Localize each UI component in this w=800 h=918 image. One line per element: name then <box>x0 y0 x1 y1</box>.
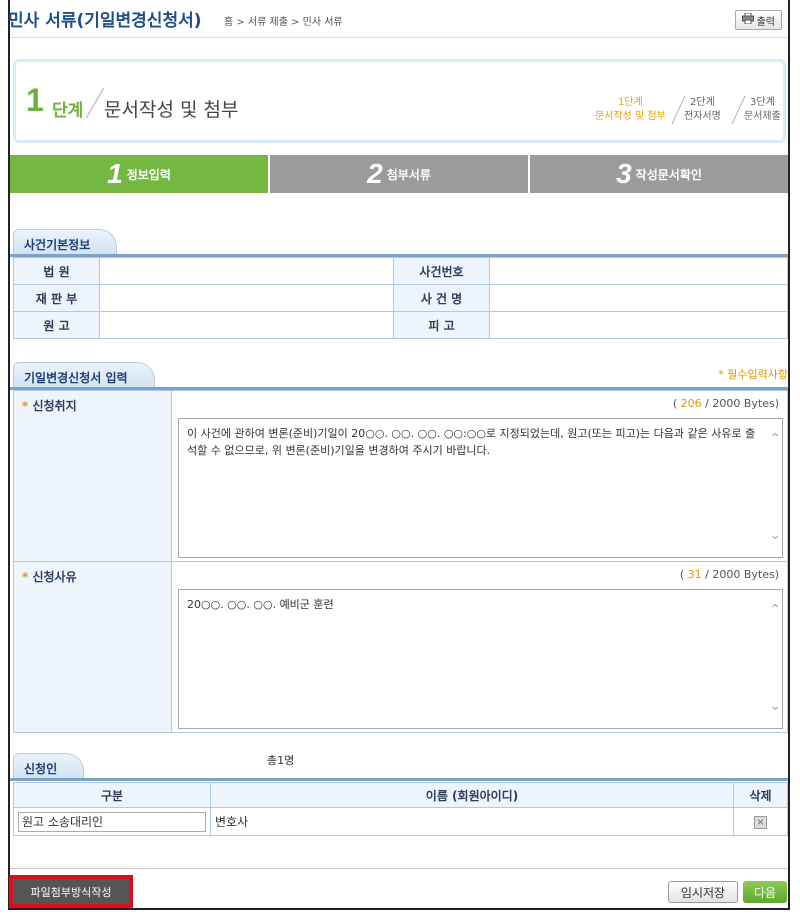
division-value <box>99 284 394 312</box>
page-frame: 민사 서류(기일변경신청서) 홈 > 서류 제출 > 민사 서류 출력 1 단계… <box>8 0 790 910</box>
next-button[interactable]: 다음 <box>743 881 787 903</box>
scroll-up-icon[interactable]: ⌃ <box>769 602 781 618</box>
applicant-header: 신청인 <box>10 753 788 781</box>
reason-row: * 신청사유 ( 31 / 2000 Bytes) 20○○. ○○. ○○. … <box>13 561 788 733</box>
application-header: 기일변경신청서 입력 <box>10 362 788 390</box>
purpose-textarea[interactable]: 이 사건에 관하여 변론(준비)기일이 20○○. ○○. ○○. ○○:○○로… <box>178 418 783 558</box>
applicant-count: 총1명 <box>267 754 295 767</box>
case-info-header: 사건기본정보 <box>10 229 788 257</box>
case-number-value <box>489 257 788 285</box>
printer-icon <box>741 12 754 27</box>
case-name-value <box>489 284 788 312</box>
temp-save-button[interactable]: 임시저장 <box>668 881 738 903</box>
plaintiff-value <box>99 311 394 339</box>
step-divider <box>85 88 105 118</box>
col-name-header: 이름 (회원아이디) <box>210 782 734 808</box>
case-info-table: 법 원 사건번호 재 판 부 사 건 명 원 고 피 고 <box>13 257 788 339</box>
tab-info-input[interactable]: 1 정보입력 <box>10 155 270 193</box>
step-title: 문서작성 및 첨부 <box>104 99 239 121</box>
col-delete-header: 삭제 <box>733 782 788 808</box>
reason-byte-count: ( 31 / 2000 Bytes) <box>679 568 779 581</box>
case-number-label: 사건번호 <box>393 257 490 285</box>
step-tabs: 1 정보입력 2 첨부서류 3 작성문서확인 <box>10 155 788 193</box>
col-type-header: 구분 <box>13 782 211 808</box>
defendant-label: 피 고 <box>393 311 490 339</box>
step-word: 단계 <box>52 101 84 121</box>
plaintiff-label: 원 고 <box>13 311 100 339</box>
breadcrumb: 홈 > 서류 제출 > 민사 서류 <box>224 17 343 28</box>
applicant-name: 변호사 <box>210 807 734 836</box>
defendant-value <box>489 311 788 339</box>
mini-step-3: 3단계 문서제출 <box>744 97 781 122</box>
court-value <box>99 257 394 285</box>
delete-icon[interactable]: × <box>754 816 767 829</box>
tab-review[interactable]: 3 작성문서확인 <box>530 155 788 193</box>
court-label: 법 원 <box>13 257 100 285</box>
purpose-byte-count: ( 206 / 2000 Bytes) <box>672 397 779 410</box>
header-divider <box>10 37 788 38</box>
purpose-row: * 신청취지 ( 206 / 2000 Bytes) 이 사건에 관하여 변론(… <box>13 390 788 562</box>
file-attach-button[interactable]: 파일첨부방식작성 <box>9 875 133 908</box>
required-note: * 필수입력사항 <box>718 368 788 381</box>
reason-label: 신청사유 <box>32 570 77 584</box>
mini-step-1: 1단계 문서작성 및 첨부 <box>595 97 666 122</box>
print-button[interactable]: 출력 <box>734 10 782 30</box>
print-label: 출력 <box>756 16 775 28</box>
tab-attachments[interactable]: 2 첨부서류 <box>270 155 530 193</box>
purpose-label: 신청취지 <box>32 399 77 413</box>
scroll-up-icon[interactable]: ⌃ <box>769 431 781 447</box>
applicant-type-input[interactable] <box>18 811 206 832</box>
step-indicator: 1 단계 문서작성 및 첨부 1단계 문서작성 및 첨부 2단계 전자서명 3단계 문… <box>13 59 786 143</box>
applicant-table: 구분 이름 (회원아이디) 삭제 변호사 × <box>13 782 788 836</box>
page-title: 민사 서류(기일변경신청서) <box>8 11 202 31</box>
step-number: 1 <box>26 82 44 118</box>
reason-textarea[interactable]: 20○○. ○○. ○○. 예비군 훈련 <box>178 589 783 729</box>
division-label: 재 판 부 <box>13 284 100 312</box>
scroll-down-icon[interactable]: ⌄ <box>769 698 781 714</box>
footer-divider <box>10 868 788 869</box>
case-name-label: 사 건 명 <box>393 284 490 312</box>
table-row: 변호사 × <box>13 807 788 836</box>
scroll-down-icon[interactable]: ⌄ <box>769 527 781 543</box>
mini-step-2: 2단계 전자서명 <box>684 97 721 122</box>
